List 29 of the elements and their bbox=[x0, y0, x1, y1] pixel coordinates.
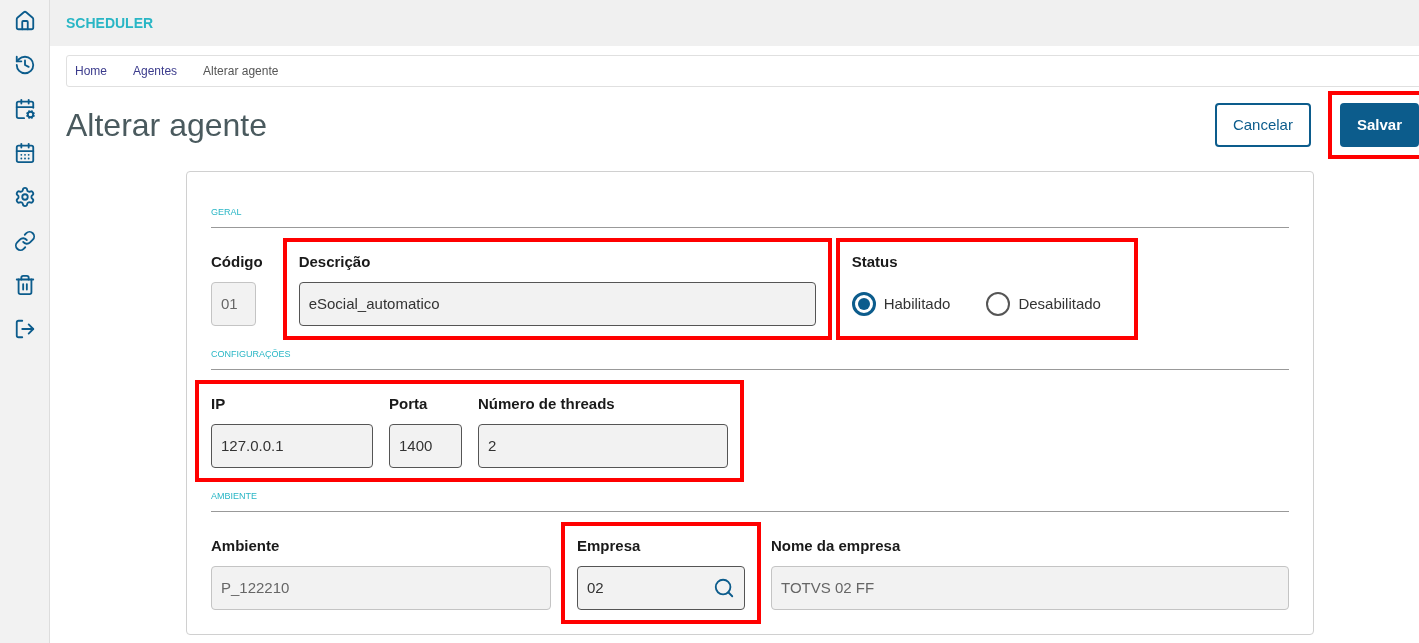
input-field[interactable]: TOTVS 02 FF bbox=[771, 566, 1289, 610]
input-field[interactable]: eSocial_automatico bbox=[298, 282, 816, 326]
input-field[interactable]: 01 bbox=[211, 282, 256, 326]
field-label: Porta bbox=[389, 394, 429, 414]
field-label: Nome da empresa bbox=[771, 536, 902, 556]
lookup-field[interactable]: 02 bbox=[577, 566, 745, 610]
cancel-button[interactable]: Cancelar bbox=[1214, 103, 1311, 147]
field-label: Status bbox=[851, 252, 899, 272]
breadcrumb-link[interactable]: Home bbox=[75, 62, 107, 80]
breadcrumb-current: Alterar agente bbox=[203, 63, 279, 80]
field-label: Descrição bbox=[298, 252, 372, 272]
app-title: SCHEDULER bbox=[66, 13, 154, 33]
field-label: Empresa bbox=[577, 536, 642, 556]
input-field[interactable]: 2 bbox=[478, 424, 728, 468]
field-label: IP bbox=[211, 394, 227, 414]
section-title: CONFIGURAÇÕES bbox=[211, 349, 291, 359]
radio-label: Desabilitado bbox=[1018, 293, 1101, 314]
save-button[interactable]: Salvar bbox=[1339, 103, 1419, 147]
input-field[interactable]: 127.0.0.1 bbox=[211, 424, 373, 468]
page-title: Alterar agente bbox=[66, 106, 267, 145]
radio-label: Habilitado bbox=[883, 293, 951, 314]
section-title: GERAL bbox=[211, 207, 242, 217]
field-label: Código bbox=[211, 252, 263, 272]
section-title: AMBIENTE bbox=[211, 491, 257, 501]
input-field[interactable]: P_122210 bbox=[211, 566, 551, 610]
field-label: Ambiente bbox=[211, 536, 281, 556]
field-label: Número de threads bbox=[478, 394, 616, 414]
input-field[interactable]: 1400 bbox=[389, 424, 462, 468]
breadcrumb-link[interactable]: Agentes bbox=[133, 62, 178, 80]
